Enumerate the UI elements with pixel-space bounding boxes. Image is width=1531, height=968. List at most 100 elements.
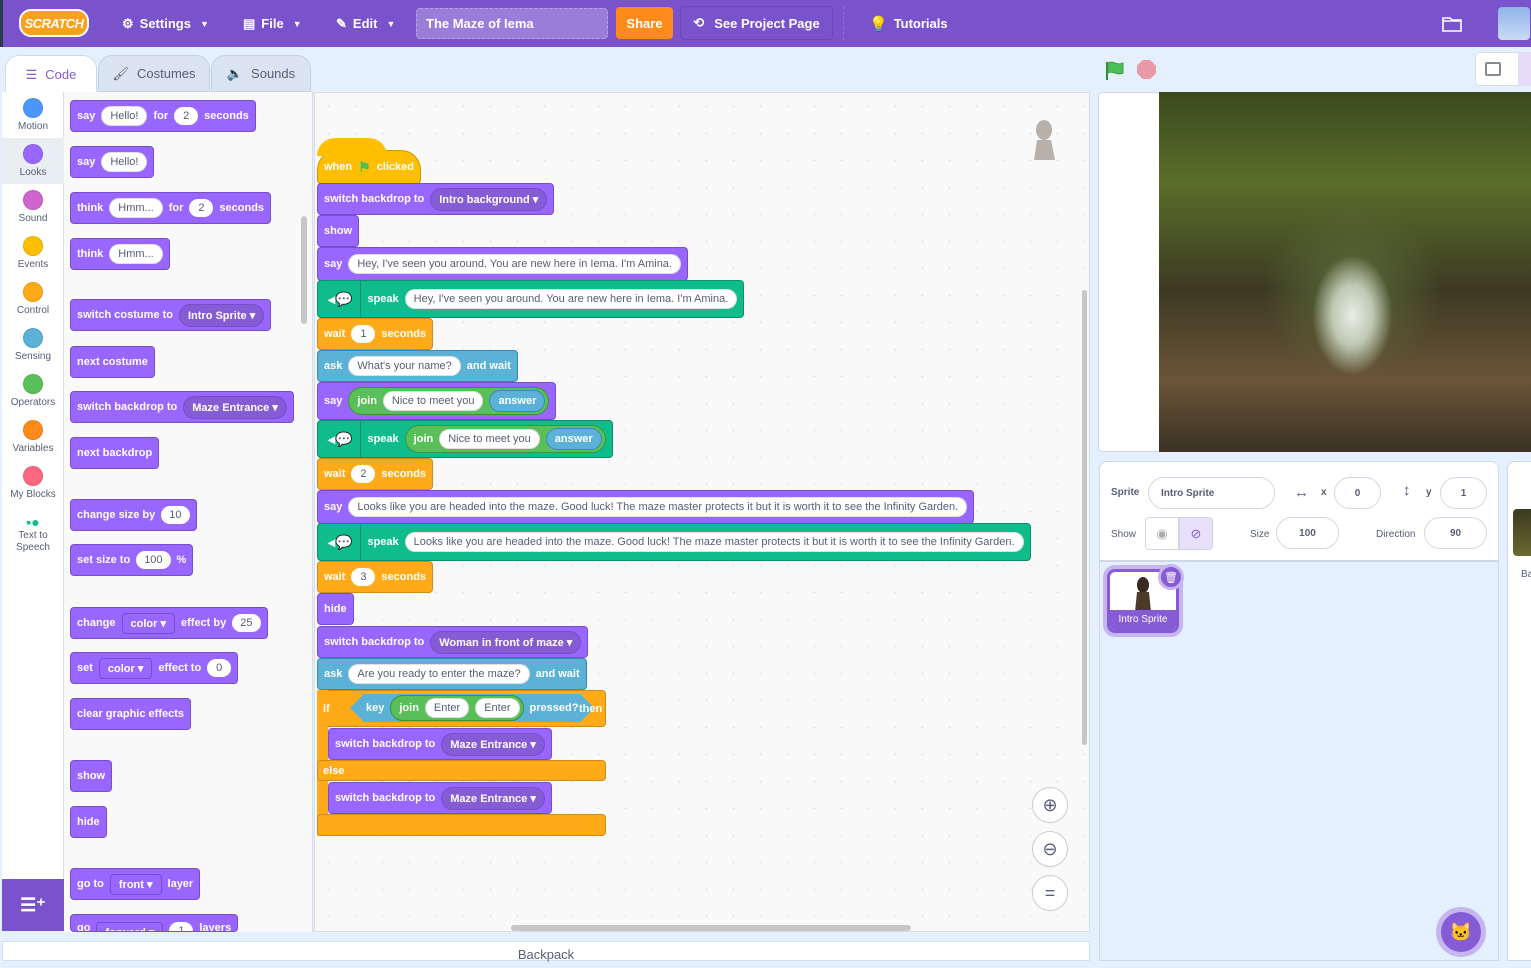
add-extension-button[interactable]: ☰⁺ bbox=[2, 879, 64, 931]
add-sprite-button[interactable]: 🐱 bbox=[1436, 907, 1486, 957]
number-input[interactable]: 25 bbox=[232, 614, 261, 632]
hide-block[interactable]: hide bbox=[317, 593, 354, 625]
settings-menu[interactable]: ⚙ Settings ▼ bbox=[122, 0, 209, 47]
palette-scrollbar[interactable] bbox=[301, 216, 307, 324]
category-my-blocks[interactable]: My Blocks bbox=[2, 460, 64, 506]
palette-show-block[interactable]: show bbox=[70, 760, 113, 792]
palette-next-costume-block[interactable]: next costume bbox=[70, 346, 155, 378]
wait-block[interactable]: wait 1 seconds bbox=[317, 318, 434, 350]
green-flag-button[interactable] bbox=[1104, 60, 1126, 82]
text-input[interactable]: Nice to meet you bbox=[439, 429, 540, 449]
join-reporter[interactable]: join Nice to meet you answer bbox=[404, 425, 606, 453]
direction-input[interactable]: 90 bbox=[1424, 517, 1487, 549]
wait-block[interactable]: wait 2 seconds bbox=[317, 458, 434, 490]
see-project-page-button[interactable]: ⟲ See Project Page bbox=[680, 6, 833, 40]
text-input[interactable]: Hey, I've seen you around. You are new h… bbox=[348, 254, 681, 274]
palette-next-backdrop-block[interactable]: next backdrop bbox=[70, 437, 160, 469]
delete-sprite-button[interactable]: 🗑 bbox=[1158, 564, 1184, 590]
text-input[interactable]: Hello! bbox=[101, 152, 148, 172]
category-variables[interactable]: Variables bbox=[2, 414, 64, 460]
category-sensing[interactable]: Sensing bbox=[2, 322, 64, 368]
backpack[interactable]: Backpack bbox=[2, 941, 1090, 962]
x-input[interactable]: 0 bbox=[1334, 477, 1381, 509]
text-input[interactable]: Looks like you are headed into the maze.… bbox=[404, 532, 1024, 552]
text-input[interactable]: Enter bbox=[475, 698, 519, 718]
backdrop-dropdown[interactable]: Maze Entrance ▾ bbox=[441, 786, 545, 810]
backdrop-thumbnail[interactable] bbox=[1513, 509, 1531, 556]
text-input[interactable]: Are you ready to enter the maze? bbox=[348, 664, 530, 684]
category-operators[interactable]: Operators bbox=[2, 368, 64, 414]
say-block[interactable]: say Hey, I've seen you around. You are n… bbox=[317, 247, 688, 281]
switch-backdrop-block[interactable]: switch backdrop to Maze Entrance ▾ bbox=[328, 728, 552, 760]
show-block[interactable]: show bbox=[317, 215, 360, 247]
effect-dropdown[interactable]: color ▾ bbox=[121, 612, 175, 634]
project-title-input[interactable]: The Maze of Iema bbox=[416, 8, 608, 39]
palette-set-size-block[interactable]: set size to 100 % bbox=[70, 544, 194, 576]
number-input[interactable]: 2 bbox=[351, 465, 376, 483]
palette-switch-costume-block[interactable]: switch costume to Intro Sprite ▾ bbox=[70, 299, 272, 331]
category-control[interactable]: Control bbox=[2, 276, 64, 322]
costume-dropdown[interactable]: Intro Sprite ▾ bbox=[178, 303, 265, 327]
edit-menu[interactable]: ✎ Edit ▼ bbox=[336, 0, 395, 47]
tab-costumes[interactable]: 🖌 Costumes bbox=[98, 55, 210, 92]
switch-backdrop-block[interactable]: switch backdrop to Maze Entrance ▾ bbox=[328, 782, 552, 814]
switch-backdrop-block[interactable]: switch backdrop to Woman in front of maz… bbox=[317, 626, 589, 658]
if-else-block[interactable]: if key join Enter Enter pressed? then el… bbox=[317, 690, 606, 836]
zoom-out-button[interactable]: ⊖ bbox=[1032, 831, 1068, 867]
number-input[interactable]: 2 bbox=[174, 107, 199, 125]
say-join-block[interactable]: say join Nice to meet you answer bbox=[317, 382, 557, 420]
palette-go-to-layer-block[interactable]: go to front ▾ layer bbox=[70, 868, 201, 900]
layer-dropdown[interactable]: front ▾ bbox=[109, 873, 162, 895]
zoom-reset-button[interactable]: = bbox=[1032, 875, 1068, 911]
show-hidden-button[interactable]: ⊘ bbox=[1179, 517, 1213, 550]
text-input[interactable]: Hmm... bbox=[109, 198, 163, 218]
palette-say-block[interactable]: say Hello! bbox=[70, 146, 155, 178]
number-input[interactable]: 100 bbox=[136, 551, 171, 569]
script-horizontal-scrollbar[interactable] bbox=[511, 925, 911, 931]
small-stage-icon[interactable] bbox=[1485, 62, 1501, 76]
palette-change-size-block[interactable]: change size by 10 bbox=[70, 499, 197, 531]
file-menu[interactable]: ▤ File ▼ bbox=[243, 0, 302, 47]
script-vertical-scrollbar[interactable] bbox=[1082, 290, 1087, 745]
scratch-logo[interactable]: SCRATCH bbox=[19, 9, 89, 37]
share-button[interactable]: Share bbox=[616, 7, 673, 39]
ask-block[interactable]: ask Are you ready to enter the maze? and… bbox=[317, 658, 587, 690]
join-reporter[interactable]: join Enter Enter bbox=[390, 695, 523, 721]
palette-switch-backdrop-block[interactable]: switch backdrop to Maze Entrance ▾ bbox=[70, 391, 294, 423]
category-text-to-speech[interactable]: ▪● Text to Speech bbox=[2, 512, 64, 568]
answer-reporter[interactable]: answer bbox=[545, 428, 602, 450]
number-input[interactable]: 2 bbox=[189, 199, 214, 217]
switch-backdrop-block[interactable]: switch backdrop to Intro background ▾ bbox=[317, 183, 555, 215]
show-visible-button[interactable]: ◉ bbox=[1145, 517, 1179, 550]
large-stage-button[interactable] bbox=[1518, 52, 1531, 86]
category-looks[interactable]: Looks bbox=[2, 138, 64, 184]
number-input[interactable]: 1 bbox=[351, 325, 376, 343]
text-input[interactable]: Hmm... bbox=[109, 244, 163, 264]
palette-go-layers-block[interactable]: go forward ▾ 1 layers bbox=[70, 914, 239, 932]
palette-set-effect-block[interactable]: set color ▾ effect to 0 bbox=[70, 652, 239, 684]
speak-block[interactable]: ◂💬 speak Looks like you are headed into … bbox=[317, 523, 1031, 561]
say-block[interactable]: say Looks like you are headed into the m… bbox=[317, 490, 975, 524]
backdrop-dropdown[interactable]: Maze Entrance ▾ bbox=[183, 395, 287, 419]
category-sound[interactable]: Sound bbox=[2, 184, 64, 230]
text-input[interactable]: Enter bbox=[425, 698, 469, 718]
text-input[interactable]: Nice to meet you bbox=[382, 391, 484, 411]
category-events[interactable]: Events bbox=[2, 230, 64, 276]
palette-think-for-block[interactable]: think Hmm... for 2 seconds bbox=[70, 192, 272, 224]
number-input[interactable]: 3 bbox=[351, 568, 376, 586]
join-reporter[interactable]: join Nice to meet you answer bbox=[348, 387, 550, 415]
text-input[interactable]: Hello! bbox=[101, 106, 148, 126]
speak-block[interactable]: ◂💬 speak Hey, I've seen you around. You … bbox=[317, 280, 745, 318]
speak-join-block[interactable]: ◂💬 speak join Nice to meet you answer bbox=[317, 420, 613, 458]
answer-reporter[interactable]: answer bbox=[489, 390, 546, 412]
layer-direction-dropdown[interactable]: forward ▾ bbox=[96, 922, 164, 931]
number-input[interactable]: 10 bbox=[161, 506, 190, 524]
ask-block[interactable]: ask What's your name? and wait bbox=[317, 350, 518, 382]
palette-think-block[interactable]: think Hmm... bbox=[70, 238, 170, 270]
backdrop-panel[interactable]: Ba bbox=[1507, 461, 1531, 961]
effect-dropdown[interactable]: color ▾ bbox=[98, 657, 153, 679]
text-input[interactable]: What's your name? bbox=[348, 356, 461, 376]
wait-block[interactable]: wait 3 seconds bbox=[317, 561, 434, 593]
tab-code[interactable]: ☰ Code bbox=[5, 55, 97, 93]
category-motion[interactable]: Motion bbox=[2, 92, 64, 138]
